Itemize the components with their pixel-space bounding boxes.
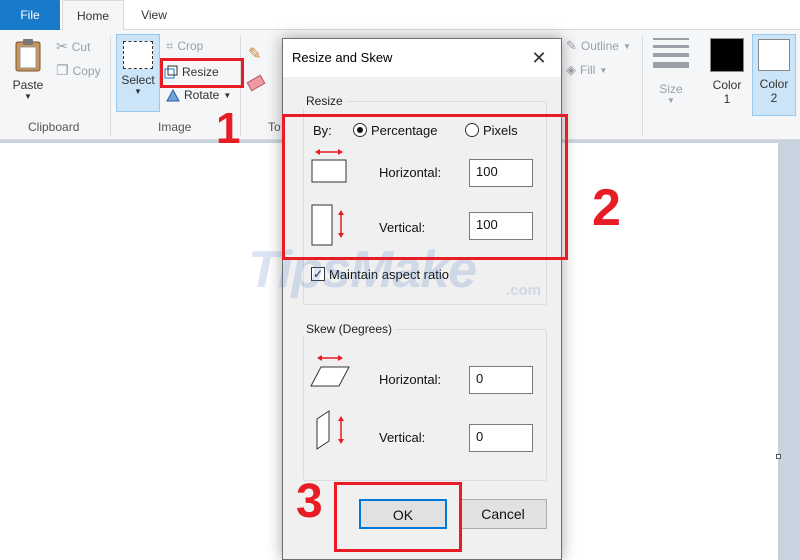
- cancel-button[interactable]: Cancel: [459, 499, 547, 529]
- skew-vertical-label: Vertical:: [379, 430, 426, 445]
- annotation-number-3: 3: [296, 475, 323, 528]
- fill-button[interactable]: ◈ Fill ▼: [566, 62, 607, 78]
- group-divider: [110, 36, 111, 136]
- color2-number: 2: [770, 91, 778, 105]
- pencil-icon: ✎: [248, 46, 262, 63]
- tab-file[interactable]: File: [0, 0, 60, 30]
- selection-rect-icon: [123, 41, 153, 69]
- skew-fieldset: [303, 329, 547, 481]
- crop-icon: ⌗: [166, 38, 174, 53]
- watermark-suffix: .com: [506, 282, 542, 299]
- close-icon[interactable]: ✕: [517, 39, 561, 77]
- horizontal-skew-icon: [310, 355, 350, 387]
- color1-number: 1: [723, 92, 731, 106]
- eraser-button[interactable]: [246, 74, 266, 92]
- chevron-down-icon: ▼: [599, 65, 608, 75]
- image-group-label: Image: [158, 120, 192, 134]
- chevron-down-icon: ▼: [622, 41, 631, 51]
- resize-legend: Resize: [303, 94, 346, 108]
- pencil-button[interactable]: ✎: [248, 44, 261, 64]
- color2-button[interactable]: Color 2: [752, 34, 796, 116]
- crop-button[interactable]: ⌗ Crop: [166, 38, 203, 54]
- chevron-down-icon: ▼: [24, 92, 32, 101]
- cut-button[interactable]: ✂ Cut: [56, 38, 90, 55]
- dialog-titlebar: Resize and Skew ✕: [283, 39, 561, 77]
- skew-horizontal-label: Horizontal:: [379, 372, 442, 387]
- dialog-title: Resize and Skew: [292, 50, 393, 65]
- ribbon-tabbar: File Home View: [0, 0, 800, 31]
- group-divider: [642, 36, 643, 136]
- outline-label: Outline: [580, 39, 619, 53]
- fill-bucket-icon: ◈: [566, 62, 576, 77]
- outline-button[interactable]: ✎ Outline ▼: [566, 38, 631, 54]
- skew-legend: Skew (Degrees): [303, 322, 396, 336]
- size-label: Size: [659, 82, 683, 96]
- tab-view[interactable]: View: [126, 0, 182, 30]
- annotation-box-resize: [160, 58, 244, 88]
- rotate-label: Rotate: [184, 88, 220, 102]
- tools-group-label: To: [268, 120, 281, 134]
- select-label: Select: [121, 73, 155, 87]
- annotation-box-ok: [334, 482, 462, 552]
- skew-vertical-input[interactable]: 0: [469, 424, 533, 452]
- rotate-button[interactable]: Rotate ▼: [166, 88, 231, 102]
- chevron-down-icon: ▼: [223, 90, 232, 100]
- canvas-resize-handle[interactable]: [776, 454, 781, 459]
- crop-label: Crop: [177, 39, 204, 53]
- outline-icon: ✎: [566, 38, 577, 53]
- size-button[interactable]: Size ▼: [652, 36, 690, 114]
- scissors-icon: ✂: [56, 38, 68, 54]
- vertical-skew-icon: [316, 410, 344, 450]
- line-width-icon: [653, 38, 689, 68]
- fill-label: Fill: [580, 63, 596, 77]
- chevron-down-icon: ▼: [134, 87, 142, 96]
- clipboard-group-label: Clipboard: [28, 120, 80, 134]
- color1-label: Color: [712, 78, 742, 92]
- rotate-icon: [166, 88, 180, 102]
- copy-button[interactable]: ❐ Copy: [56, 62, 101, 79]
- annotation-number-2: 2: [592, 179, 621, 237]
- copy-label: Copy: [72, 63, 101, 78]
- annotation-box-resize-fields: [282, 114, 568, 260]
- paste-label: Paste: [12, 78, 44, 92]
- color2-swatch: [758, 39, 790, 71]
- paste-button[interactable]: Paste ▼: [8, 36, 48, 106]
- color2-label: Color: [759, 77, 789, 91]
- copy-icon: ❐: [56, 62, 69, 78]
- cut-label: Cut: [71, 39, 91, 54]
- tab-home[interactable]: Home: [62, 0, 124, 31]
- annotation-number-1: 1: [216, 104, 241, 153]
- chevron-down-icon: ▼: [667, 96, 675, 105]
- eraser-icon: [246, 74, 266, 92]
- color1-swatch: [710, 38, 744, 72]
- skew-horizontal-input[interactable]: 0: [469, 366, 533, 394]
- select-button[interactable]: Select ▼: [116, 34, 160, 112]
- color1-button[interactable]: Color 1: [706, 36, 748, 116]
- clipboard-icon: [15, 39, 41, 72]
